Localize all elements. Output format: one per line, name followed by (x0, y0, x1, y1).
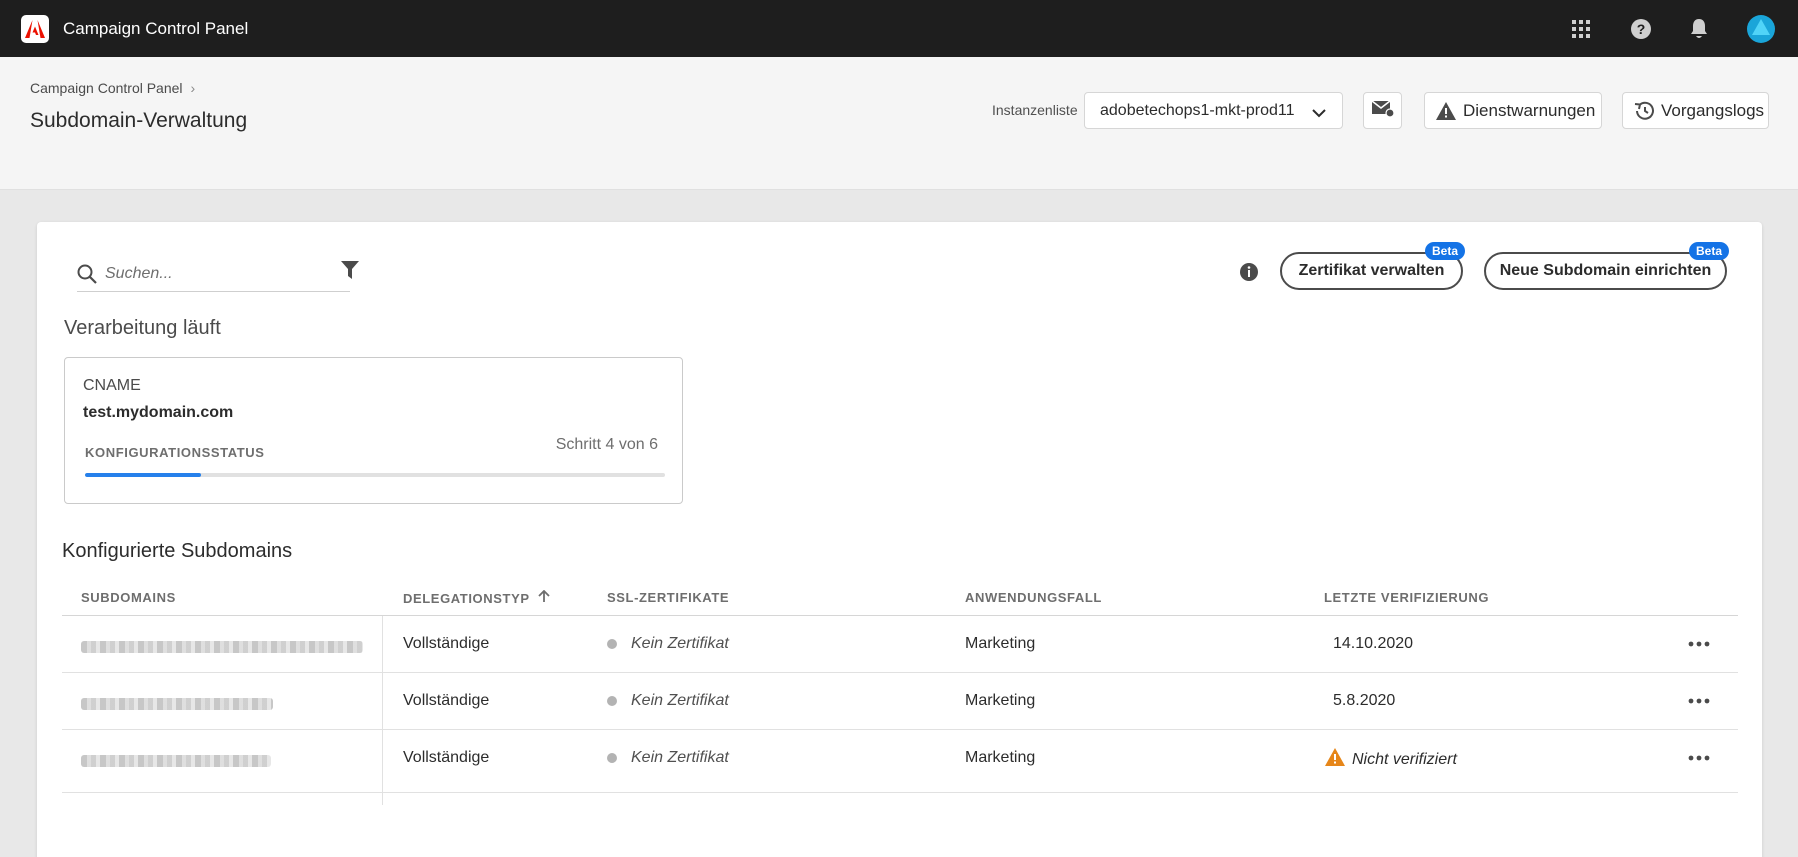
search-input[interactable] (105, 261, 345, 287)
help-icon[interactable]: ? (1628, 16, 1654, 42)
usecase-cell: Marketing (965, 692, 1036, 709)
ssl-value: Kein Zertifikat (631, 635, 729, 652)
usecase-cell: Marketing (965, 635, 1036, 652)
usecase-cell: Marketing (965, 749, 1036, 766)
table-row[interactable]: Vollständige Kein Zertifikat Marketing 1… (62, 616, 1738, 673)
history-icon (1633, 101, 1655, 126)
filter-icon[interactable] (340, 260, 360, 285)
chevron-down-icon (1312, 105, 1326, 123)
col-verified[interactable]: LETZTE VERIFIZIERUNG (1324, 590, 1489, 605)
configured-title: Konfigurierte Subdomains (62, 540, 293, 562)
col-usecase[interactable]: ANWENDUNGSFALL (965, 590, 1102, 605)
ssl-cell: Kein Zertifikat (607, 635, 729, 653)
bell-icon[interactable] (1686, 16, 1712, 42)
beta-badge: Beta (1688, 242, 1729, 260)
processing-type: CNAME (83, 377, 141, 394)
instance-list-label: Instanzenliste (992, 102, 1078, 118)
page-header: Campaign Control Panel › Subdomain-Verwa… (0, 57, 1798, 190)
ssl-value: Kein Zertifikat (631, 692, 729, 709)
new-subdomain-button[interactable]: Neue Subdomain einrichten Beta (1484, 242, 1729, 290)
subdomain-card: Zertifikat verwalten Beta Neue Subdomain… (37, 222, 1762, 857)
sort-ascending-icon (537, 589, 550, 606)
info-icon[interactable] (1239, 262, 1259, 287)
top-bar: Campaign Control Panel ? (0, 0, 1798, 57)
verified-cell: 5.8.2020 (1333, 692, 1396, 709)
instance-select[interactable]: adobetechops1-mkt-prod11 (1084, 92, 1343, 129)
processing-card[interactable]: CNAME test.mydomain.com KONFIGURATIONSST… (64, 357, 683, 504)
instance-select-value: adobetechops1-mkt-prod11 (1100, 101, 1295, 119)
warning-icon (1435, 101, 1457, 126)
warning-triangle-icon (1324, 747, 1346, 772)
subdomain-redacted (81, 698, 273, 710)
operation-logs-label: Vorgangslogs (1661, 100, 1765, 120)
delegation-cell: Vollständige (403, 635, 490, 652)
operation-logs-button[interactable]: Vorgangslogs (1622, 92, 1769, 129)
subdomain-redacted (81, 755, 271, 767)
config-status-label: KONFIGURATIONSSTATUS (85, 445, 265, 460)
new-subdomain-label: Neue Subdomain einrichten (1499, 262, 1712, 279)
col-delegation-label: DELEGATIONSTYP (403, 590, 530, 606)
col-subdomains[interactable]: SUBDOMAINS (81, 590, 176, 605)
config-progress-bar (85, 473, 665, 477)
config-progress-fill (85, 473, 201, 477)
beta-badge: Beta (1424, 242, 1465, 260)
processing-host: test.mydomain.com (83, 404, 234, 421)
search-icon (77, 264, 97, 289)
service-warnings-label: Dienstwarnungen (1463, 100, 1596, 120)
column-divider (382, 616, 383, 805)
table-row[interactable]: Vollständige Kein Zertifikat Marketing 5… (62, 673, 1738, 730)
adobe-logo-icon[interactable] (21, 15, 49, 43)
more-options-icon[interactable] (1688, 748, 1710, 766)
avatar-icon[interactable] (1746, 14, 1776, 44)
status-dot-icon (607, 638, 617, 649)
verified-cell: 14.10.2020 (1333, 635, 1414, 652)
svg-text:?: ? (1637, 21, 1646, 37)
more-options-icon[interactable] (1688, 634, 1710, 652)
processing-title: Verarbeitung läuft (64, 317, 221, 339)
table-row[interactable]: Vollständige Kein Zertifikat Marketing N… (62, 730, 1738, 793)
more-options-icon[interactable] (1688, 691, 1710, 709)
verified-value: Nicht verifiziert (1352, 750, 1457, 768)
subdomains-table: SUBDOMAINS DELEGATIONSTYP SSL-ZERTIFIKAT… (62, 578, 1738, 805)
verified-cell: Nicht verifiziert (1324, 747, 1457, 772)
email-settings-button[interactable] (1363, 92, 1402, 129)
page-title: Subdomain-Verwaltung (30, 109, 248, 132)
delegation-cell: Vollständige (403, 692, 490, 709)
subdomain-redacted (81, 641, 363, 653)
ssl-value: Kein Zertifikat (631, 749, 729, 766)
status-dot-icon (607, 695, 617, 706)
mail-settings-icon (1371, 98, 1395, 123)
search-box (77, 255, 350, 292)
manage-certificate-label: Zertifikat verwalten (1298, 262, 1445, 279)
service-warnings-button[interactable]: Dienstwarnungen (1424, 92, 1602, 129)
delegation-cell: Vollständige (403, 749, 490, 766)
col-delegation[interactable]: DELEGATIONSTYP (403, 589, 550, 606)
apps-grid-icon[interactable] (1568, 16, 1594, 42)
breadcrumb: Campaign Control Panel › (30, 80, 195, 96)
ssl-cell: Kein Zertifikat (607, 749, 729, 767)
status-dot-icon (607, 752, 617, 763)
config-step-text: Schritt 4 von 6 (555, 436, 658, 453)
app-title[interactable]: Campaign Control Panel (63, 19, 248, 39)
ssl-cell: Kein Zertifikat (607, 692, 729, 710)
col-ssl[interactable]: SSL-ZERTIFIKATE (607, 590, 729, 605)
chevron-right-icon: › (190, 80, 196, 96)
table-header: SUBDOMAINS DELEGATIONSTYP SSL-ZERTIFIKAT… (62, 578, 1738, 616)
breadcrumb-root[interactable]: Campaign Control Panel (30, 80, 183, 96)
manage-certificate-button[interactable]: Zertifikat verwalten Beta (1280, 242, 1465, 290)
